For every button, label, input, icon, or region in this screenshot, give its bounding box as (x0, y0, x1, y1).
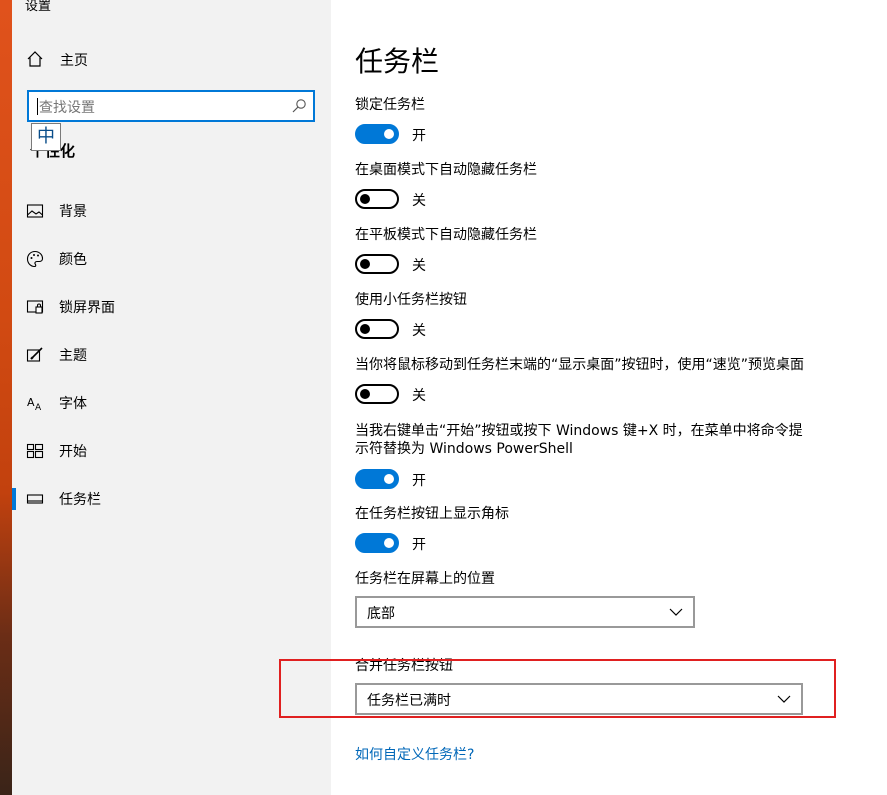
setting-label-autohide-tablet: 在平板模式下自动隐藏任务栏 (355, 227, 537, 243)
toggle-knob (360, 259, 370, 269)
annotation-highlight-box (279, 659, 836, 718)
sidebar-item-label: 颜色 (59, 252, 87, 268)
setting-label-powershell-line1: 当我右键单击“开始”按钮或按下 Windows 键+X 时，在菜单中将命令提 (355, 423, 803, 439)
sidebar-item-colors[interactable]: 颜色 (12, 241, 331, 277)
search-placeholder: 查找设置 (39, 100, 95, 116)
sidebar-item-label: 开始 (59, 444, 87, 460)
help-link[interactable]: 如何自定义任务栏? (355, 744, 474, 764)
sidebar-item-label: 锁屏界面 (59, 300, 115, 316)
setting-label-position: 任务栏在屏幕上的位置 (355, 571, 495, 587)
position-dropdown[interactable]: 底部 (355, 596, 695, 628)
start-tiles-icon (26, 443, 44, 459)
setting-label-powershell-line2: 示符替换为 Windows PowerShell (355, 441, 573, 457)
toggle-state-label: 关 (412, 323, 426, 339)
chevron-down-icon (669, 608, 683, 616)
selection-indicator (12, 488, 16, 510)
window-title: 设置 (25, 0, 52, 14)
ime-indicator: 中 (31, 123, 61, 151)
toggle-knob (360, 194, 370, 204)
sidebar-item-themes[interactable]: 主题 (12, 337, 331, 373)
home-nav-item[interactable]: 主页 (12, 44, 331, 74)
text-caret (37, 98, 38, 115)
search-input[interactable]: 查找设置 (27, 90, 315, 122)
setting-label-badges: 在任务栏按钮上显示角标 (355, 506, 509, 522)
setting-label-peek: 当你将鼠标移动到任务栏末端的“显示桌面”按钮时，使用“速览”预览桌面 (355, 357, 805, 373)
search-icon[interactable] (291, 98, 307, 114)
setting-label-small-buttons: 使用小任务栏按钮 (355, 292, 467, 308)
setting-label-lock-taskbar: 锁定任务栏 (355, 97, 425, 113)
toggle-state-label: 关 (412, 193, 426, 209)
sidebar-item-lock-screen[interactable]: 锁屏界面 (12, 289, 331, 325)
sidebar-item-fonts[interactable]: A A 字体 (12, 385, 331, 421)
home-label: 主页 (60, 53, 88, 69)
sidebar-item-taskbar[interactable]: 任务栏 (12, 481, 331, 517)
toggle-knob (384, 538, 394, 548)
toggle-state-label: 关 (412, 258, 426, 274)
svg-text:A: A (27, 396, 35, 409)
toggle-state-label: 开 (412, 537, 426, 553)
sidebar-item-start[interactable]: 开始 (12, 433, 331, 469)
toggle-knob (360, 389, 370, 399)
toggle-autohide-tablet[interactable] (355, 254, 399, 274)
palette-icon (26, 250, 44, 268)
toggle-badges[interactable] (355, 533, 399, 553)
toggle-state-label: 开 (412, 128, 426, 144)
sidebar-item-label: 任务栏 (59, 492, 101, 508)
lock-screen-icon (26, 300, 44, 314)
sidebar-item-label: 字体 (59, 396, 87, 412)
picture-icon (26, 204, 44, 218)
svg-text:A: A (35, 403, 42, 412)
toggle-knob (384, 474, 394, 484)
font-icon: A A (27, 396, 42, 412)
sidebar-item-label: 背景 (59, 204, 87, 220)
dropdown-value: 底部 (367, 606, 395, 622)
toggle-state-label: 开 (412, 473, 426, 489)
toggle-autohide-desktop[interactable] (355, 189, 399, 209)
theme-brush-icon (26, 347, 43, 362)
sidebar-item-background[interactable]: 背景 (12, 193, 331, 229)
home-icon (27, 51, 43, 67)
desktop-background-strip (0, 0, 12, 795)
page-title: 任务栏 (355, 45, 440, 78)
taskbar-icon (26, 494, 44, 504)
sidebar-item-label: 主题 (59, 348, 87, 364)
toggle-knob (360, 324, 370, 334)
toggle-knob (384, 129, 394, 139)
setting-label-autohide-desktop: 在桌面模式下自动隐藏任务栏 (355, 162, 537, 178)
toggle-peek[interactable] (355, 384, 399, 404)
toggle-state-label: 关 (412, 388, 426, 404)
toggle-lock-taskbar[interactable] (355, 124, 399, 144)
toggle-powershell[interactable] (355, 469, 399, 489)
toggle-small-buttons[interactable] (355, 319, 399, 339)
